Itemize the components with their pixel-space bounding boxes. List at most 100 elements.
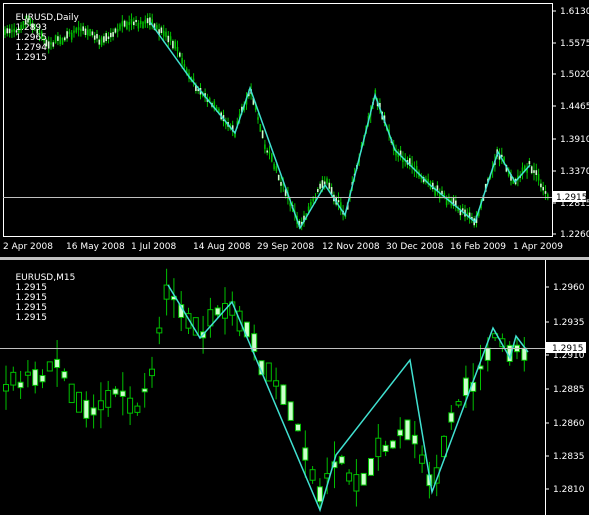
m15-candle-body <box>448 412 455 423</box>
daily-candle-body <box>146 18 149 24</box>
daily-candle-body <box>261 130 264 139</box>
m15-candle-body <box>97 400 104 411</box>
m15-candle-body <box>54 358 61 369</box>
m15-candle-body <box>90 407 97 416</box>
daily-candle-body <box>537 173 540 181</box>
m15-candle-body <box>119 390 126 397</box>
daily-candle-body <box>317 189 319 193</box>
m15-candle-body <box>287 401 294 421</box>
m15-candle-body <box>346 472 353 482</box>
daily-chart-canvas[interactable]: 1.6130 1.5575 1.5020 1.4465 1.3910 1.337… <box>0 0 589 257</box>
daily-candle-body <box>114 28 117 33</box>
daily-candle-body <box>310 202 312 206</box>
m15-candle-body <box>353 474 360 492</box>
daily-candle-body <box>323 181 326 185</box>
daily-candle-body <box>259 123 262 132</box>
daily-candle-body <box>337 200 340 203</box>
daily-plot-frame <box>3 3 553 237</box>
daily-candle-body <box>100 37 103 46</box>
daily-symbol-label: EURUSD,Daily <box>15 13 79 23</box>
daily-candle-body <box>169 36 172 41</box>
daily-chart-pane[interactable]: EURUSD,Daily 1.2893 1.2965 1.2794 1.2915… <box>0 0 589 257</box>
daily-candle-body <box>257 117 259 120</box>
m15-candle-body <box>375 437 382 458</box>
m15-candle-body <box>83 399 90 419</box>
m15-candle-body <box>360 472 367 486</box>
daily-candle-body <box>84 28 87 35</box>
m15-candle-body <box>462 377 469 397</box>
daily-y-tick: 1.5020 <box>560 70 589 80</box>
daily-x-axis: 2 Apr 2008 16 May 2008 1 Jul 2008 14 Aug… <box>3 242 563 252</box>
daily-candle-body <box>179 52 181 57</box>
m15-candle-body <box>382 444 389 452</box>
m15-candle-body <box>273 380 280 387</box>
m15-candle-body <box>338 456 345 464</box>
daily-y-tick: 1.2260 <box>560 230 589 240</box>
daily-x-tick: 12 Nov 2008 <box>322 242 380 252</box>
daily-candle-body <box>167 35 170 43</box>
daily-candle-body <box>268 151 271 154</box>
daily-x-tick: 1 Jul 2008 <box>131 242 176 252</box>
m15-candle-body <box>295 423 301 432</box>
daily-candle-body <box>123 20 126 27</box>
daily-candle-body <box>277 174 280 181</box>
m15-candle-body <box>17 381 24 389</box>
m15-y-axis: 1.2960 1.2935 1.2910 1.2885 1.2860 1.283… <box>545 283 585 495</box>
daily-candle-body <box>174 41 176 49</box>
m15-candle-body <box>316 486 323 503</box>
m15-candle-body <box>156 327 163 334</box>
daily-x-tick: 30 Dec 2008 <box>386 242 444 252</box>
m15-candle-body <box>404 419 411 441</box>
daily-current-price-tag: 1.2915 <box>553 191 588 203</box>
daily-candle-body <box>96 33 98 39</box>
daily-candle-body <box>149 17 151 26</box>
daily-candle-body <box>103 36 105 43</box>
m15-close: 1.2915 <box>15 313 47 323</box>
daily-candle-body <box>112 32 114 37</box>
m15-candle-body <box>39 375 46 383</box>
daily-candle-body <box>273 163 275 170</box>
daily-candle-body <box>540 183 542 188</box>
daily-x-tick: 14 Aug 2008 <box>193 242 251 252</box>
daily-candle-body <box>130 19 133 25</box>
daily-candle-body <box>91 31 94 36</box>
m15-candle-body <box>455 401 462 406</box>
daily-candle-body <box>280 181 282 186</box>
daily-candle-body <box>121 21 124 27</box>
daily-close: 1.2915 <box>15 53 47 63</box>
daily-x-tick: 1 Apr 2009 <box>513 242 563 252</box>
daily-candle-body <box>89 28 91 37</box>
m15-candle-body <box>46 361 53 372</box>
daily-candle-body <box>105 33 107 42</box>
daily-x-tick: 16 Feb 2009 <box>450 242 506 252</box>
m15-chart-canvas[interactable]: 1.2960 1.2935 1.2910 1.2885 1.2860 1.283… <box>0 260 589 515</box>
m15-y-tick: 1.2810 <box>553 485 585 495</box>
daily-candle-body <box>116 28 119 32</box>
m15-current-price-tag: 1.2915 <box>546 342 586 354</box>
daily-candle-body <box>181 58 183 64</box>
daily-candle-body <box>307 206 310 212</box>
m15-candle-body <box>32 369 39 386</box>
m15-y-tick: 1.2935 <box>553 318 585 328</box>
daily-candle-body <box>139 20 142 25</box>
daily-candle-body <box>321 180 324 188</box>
m15-low: 1.2915 <box>15 303 47 313</box>
daily-x-tick: 2 Apr 2008 <box>3 242 53 252</box>
m15-chart-pane[interactable]: EURUSD,M15 1.2915 1.2915 1.2915 1.2915 1… <box>0 260 589 515</box>
daily-chart-header: EURUSD,Daily 1.2893 1.2965 1.2794 1.2915 <box>4 3 83 73</box>
daily-candle-body <box>542 186 544 191</box>
svg-text:1.2915: 1.2915 <box>552 344 584 354</box>
daily-candle-body <box>275 166 278 172</box>
m15-candle-body <box>163 284 170 300</box>
daily-open: 1.2893 <box>15 23 47 33</box>
daily-candle-body <box>266 150 268 153</box>
daily-candle-body <box>98 39 101 45</box>
m15-high: 1.2915 <box>15 293 47 303</box>
daily-candle-body <box>144 19 147 24</box>
daily-candle-body <box>126 21 128 30</box>
m15-candle-body <box>112 388 119 395</box>
daily-candle-body <box>165 31 167 38</box>
daily-candle-body <box>107 36 110 39</box>
m15-chart-header: EURUSD,M15 1.2915 1.2915 1.2915 1.2915 <box>4 263 79 333</box>
daily-candle-body <box>160 27 163 34</box>
